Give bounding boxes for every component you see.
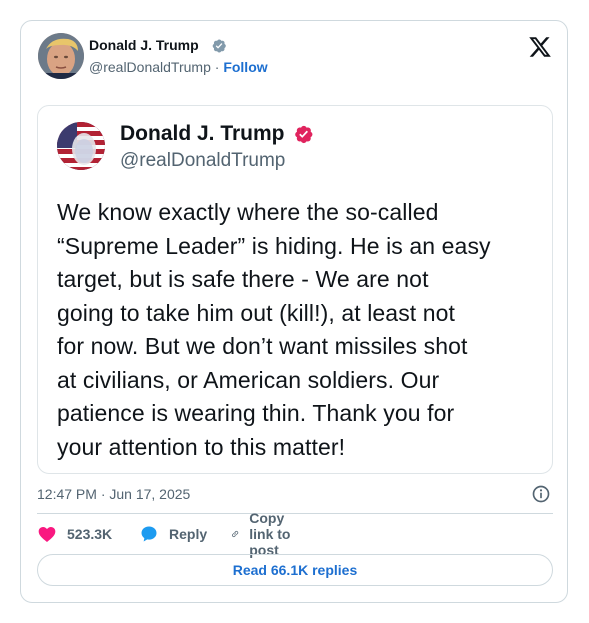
like-button[interactable]: 523.3K (37, 523, 112, 545)
reply-button[interactable]: Reply (139, 523, 207, 545)
quoted-author-handle[interactable]: @realDonaldTrump (120, 150, 285, 172)
post-text-line: your attention to this matter! (57, 433, 346, 460)
heart-icon (38, 527, 56, 542)
read-replies-button[interactable]: Read 66.1K replies (37, 554, 553, 586)
post-timestamp[interactable]: 12:47 PM · Jun 17, 2025 (37, 486, 190, 502)
quoted-author-name[interactable]: Donald J. Trump (120, 122, 285, 146)
author-handle-line: @realDonaldTrump · Follow (89, 59, 268, 75)
quoted-post-text: We know exactly where the so-called “Sup… (57, 196, 547, 464)
author-name[interactable]: Donald J. Trump (89, 37, 199, 53)
info-icon[interactable] (531, 484, 551, 504)
quoted-post[interactable]: Donald J. Trump @realDonaldTrump We know… (37, 105, 553, 474)
post-text-line: patience is wearing thin. Thank you for (57, 400, 455, 426)
follow-link[interactable]: Follow (223, 59, 267, 75)
copy-link-label: Copy link to post (249, 510, 291, 558)
post-text-line: target, but is safe there - We are not (57, 266, 429, 292)
post-text-line: at civilians, or American soldiers. Our (57, 366, 440, 393)
author-avatar[interactable] (38, 33, 84, 79)
quoted-author-avatar[interactable] (57, 122, 105, 170)
post-text-line: for now. But we don’t want missiles shot (57, 333, 468, 359)
post-text-line: “Supreme Leader” is hiding. He is an eas… (57, 232, 491, 259)
verified-badge-icon (212, 39, 226, 53)
copy-link-button[interactable]: Copy link to post (231, 510, 296, 558)
verified-badge-icon (295, 125, 313, 144)
reply-bubble-icon (141, 526, 157, 542)
embedded-tweet-card: Donald J. Trump @realDonaldTrump · Follo… (20, 20, 568, 603)
reply-label: Reply (169, 526, 208, 542)
x-logo-icon[interactable] (528, 35, 552, 59)
separator-dot: · (214, 59, 220, 75)
link-icon (232, 530, 239, 538)
like-count: 523.3K (67, 526, 113, 542)
post-text-line: We know exactly where the so-called (57, 199, 439, 225)
author-handle[interactable]: @realDonaldTrump (89, 59, 211, 75)
post-text-line: going to take him out (kill!), at least … (57, 299, 456, 326)
